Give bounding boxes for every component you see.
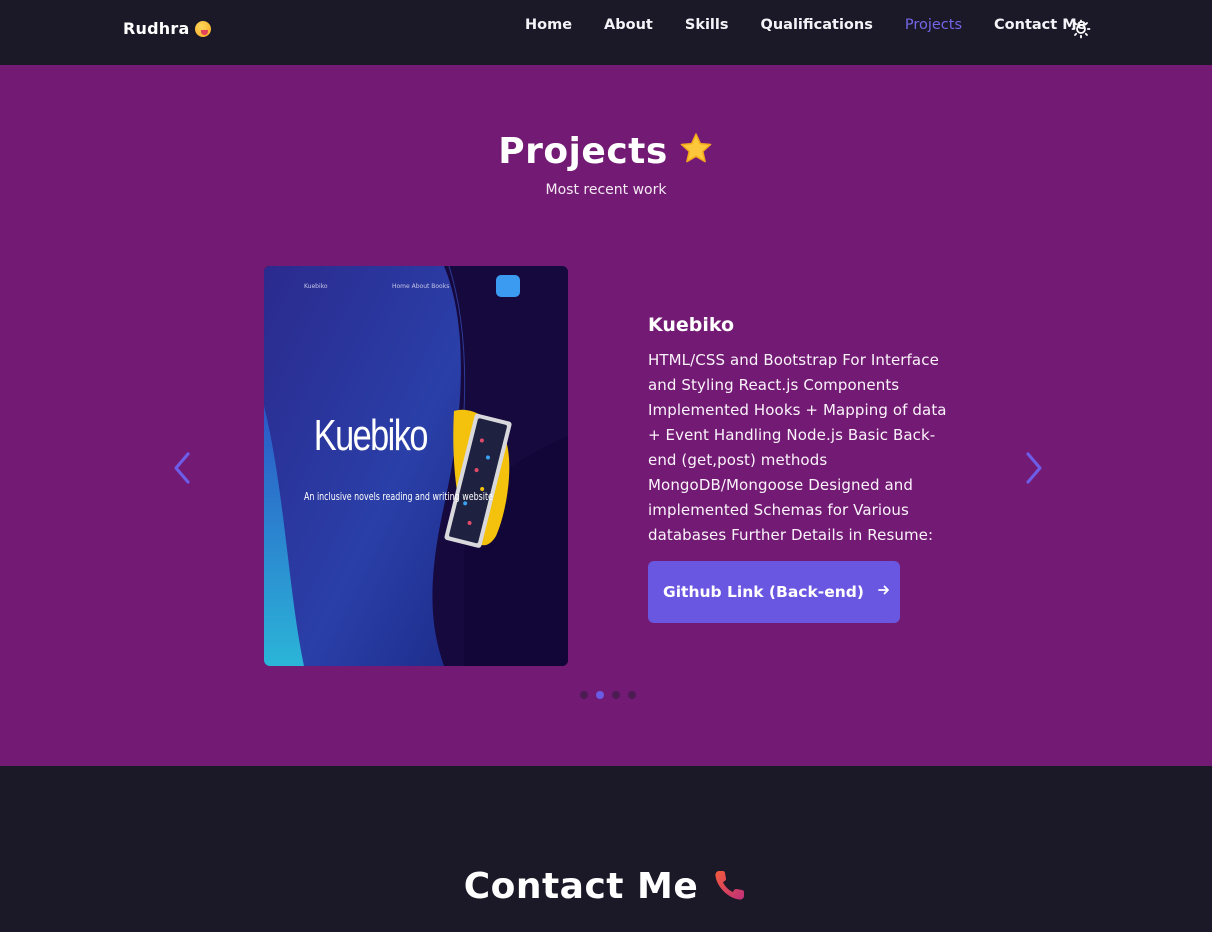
logo[interactable]: Rudhra	[123, 19, 212, 38]
phone-icon	[712, 867, 748, 903]
sun-icon	[1071, 19, 1091, 39]
nav-item-about[interactable]: About	[604, 15, 653, 35]
nav-item-home[interactable]: Home	[525, 15, 572, 35]
project-description: HTML/CSS and Bootstrap For Interface and…	[648, 351, 947, 544]
project-screenshot-art	[264, 266, 568, 666]
site-header: Rudhra Home About Skills Qualifications …	[0, 0, 1212, 65]
project-screenshot: Kuebiko Home About Books Kuebiko An incl…	[264, 266, 568, 666]
projects-title: Projects	[0, 131, 1212, 172]
pagination-dot-1[interactable]	[580, 691, 588, 699]
carousel-prev-button[interactable]	[172, 451, 192, 485]
contact-title-text: Contact Me	[463, 866, 699, 907]
project-name: Kuebiko	[648, 314, 735, 336]
screenshot-heading: Kuebiko	[313, 411, 429, 460]
pagination-dot-2[interactable]	[596, 691, 604, 699]
screenshot-nav-button	[496, 275, 520, 297]
projects-subtitle: Most recent work	[545, 182, 667, 198]
grinning-emoji-icon	[195, 20, 212, 37]
screenshot-nav: Kuebiko Home About Books	[264, 275, 568, 297]
carousel-next-button[interactable]	[1024, 451, 1044, 485]
screenshot-links: Home About Books	[392, 283, 450, 290]
pagination-dot-4[interactable]	[628, 691, 636, 699]
github-link-button[interactable]: Github Link (Back-end)	[648, 561, 900, 623]
star-icon	[678, 131, 714, 167]
nav-item-qualifications[interactable]: Qualifications	[761, 15, 873, 35]
nav-item-skills[interactable]: Skills	[685, 15, 729, 35]
projects-section: Projects Most recent work Kuebiko Home A…	[0, 65, 1212, 766]
chevron-right-icon	[1026, 452, 1042, 484]
github-link-label: Github Link (Back-end)	[663, 583, 864, 601]
chevron-left-icon	[174, 452, 190, 484]
main-nav: Home About Skills Qualifications Project…	[525, 15, 1119, 35]
projects-title-text: Projects	[498, 131, 668, 172]
screenshot-brand: Kuebiko	[304, 283, 328, 290]
logo-text[interactable]: Rudhra	[123, 19, 189, 38]
theme-toggle-button[interactable]	[1071, 19, 1091, 39]
screenshot-tagline: An inclusive novels reading and writing …	[304, 490, 493, 503]
project-info: Kuebiko HTML/CSS and Bootstrap For Inter…	[648, 314, 968, 548]
arrow-right-icon	[878, 584, 890, 600]
contact-title: Contact Me	[0, 866, 1212, 907]
nav-item-projects[interactable]: Projects	[905, 15, 962, 35]
carousel-pagination	[580, 691, 636, 699]
pagination-dot-3[interactable]	[612, 691, 620, 699]
